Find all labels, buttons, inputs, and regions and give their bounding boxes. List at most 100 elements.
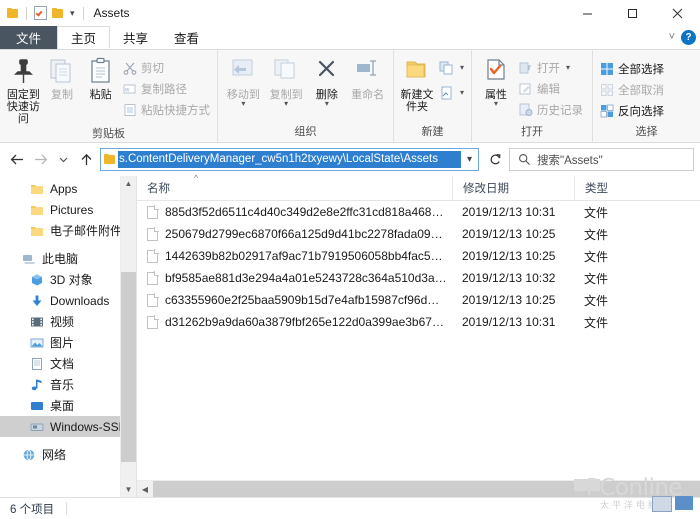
sidebar-item-9[interactable]: 音乐	[0, 374, 136, 395]
chevron-down-icon: ▾	[460, 63, 464, 72]
sidebar-item-label: 音乐	[50, 376, 74, 393]
column-header-date[interactable]: 修改日期	[452, 176, 574, 200]
up-button[interactable]	[75, 147, 98, 172]
file-name-label: d31262b9a9da60a3879fbf265e122d0a399ae3b6…	[165, 315, 444, 329]
horizontal-scrollbar[interactable]: ◀	[137, 480, 700, 497]
chevron-down-icon: ▾	[241, 101, 245, 107]
help-button[interactable]: ?	[681, 30, 696, 45]
sidebar-item-5[interactable]: Downloads	[0, 290, 136, 311]
tab-file[interactable]: 文件	[0, 26, 57, 49]
copy-to-icon	[273, 57, 299, 87]
invert-selection-button[interactable]: 反向选择	[597, 101, 667, 120]
address-input[interactable]: s.ContentDeliveryManager_cw5n1h2txyewy\L…	[100, 148, 479, 171]
back-button[interactable]	[6, 147, 29, 172]
search-box[interactable]: 搜索"Assets"	[509, 148, 694, 171]
quick-access-dropdown-icon[interactable]: ▾	[69, 9, 76, 18]
edit-button: 编辑	[516, 79, 586, 98]
table-row[interactable]: bf9585ae881d3e294a4a01e5243728c364a510d3…	[137, 267, 700, 289]
column-header-type[interactable]: 类型	[574, 176, 664, 200]
properties-icon[interactable]	[34, 6, 47, 20]
ribbon: 固定到快速访问 复制 粘贴	[0, 50, 700, 143]
cut-button: 剪切	[120, 58, 213, 77]
this-pc-icon	[22, 252, 36, 266]
sidebar-item-10[interactable]: 桌面	[0, 395, 136, 416]
column-header-name[interactable]: ^ 名称	[137, 176, 452, 200]
sidebar-item-label: 电子邮件附件	[50, 222, 122, 239]
file-name-cell: 250679d2799ec6870f66a125d9d41bc2278fada0…	[137, 227, 452, 241]
scroll-down-icon[interactable]: ▼	[121, 482, 136, 497]
copy-path-icon: w	[123, 82, 137, 96]
back-arrow-icon	[10, 153, 25, 166]
sidebar-item-8[interactable]: 文档	[0, 353, 136, 374]
sidebar-item-0[interactable]: Apps	[0, 178, 136, 199]
pictures-icon	[30, 336, 44, 350]
copy-path-label: 复制路径	[141, 81, 187, 97]
move-to-button: 移动到 ▾	[222, 53, 265, 107]
sidebar-item-1[interactable]: Pictures	[0, 199, 136, 220]
downloads-icon	[30, 294, 44, 308]
recent-locations-button[interactable]	[52, 147, 75, 172]
chevron-down-icon[interactable]: ▾	[461, 154, 478, 165]
quick-access-toolbar: ▾	[0, 6, 86, 20]
sidebar-item-6[interactable]: 视频	[0, 311, 136, 332]
file-name-label: bf9585ae881d3e294a4a01e5243728c364a510d3…	[165, 271, 447, 285]
cut-label: 剪切	[141, 60, 164, 76]
delete-button[interactable]: 删除 ▾	[307, 53, 346, 107]
select-all-icon	[600, 62, 614, 76]
tab-share[interactable]: 共享	[110, 26, 161, 49]
paste-button[interactable]: 粘贴	[81, 53, 120, 101]
sidebar-item-label: Pictures	[50, 203, 93, 217]
svg-text:w: w	[124, 87, 130, 93]
scrollbar-thumb[interactable]	[153, 481, 700, 497]
minimize-button[interactable]	[565, 0, 610, 26]
move-to-icon	[230, 57, 256, 87]
table-row[interactable]: 885d3f52d6511c4d40c349d2e8e2ffc31cd818a4…	[137, 201, 700, 223]
tab-home[interactable]: 主页	[57, 26, 110, 49]
new-item-button[interactable]: ▾	[436, 58, 467, 77]
tab-view[interactable]: 查看	[161, 26, 212, 49]
scrollbar-thumb[interactable]	[121, 272, 136, 462]
new-folder-icon[interactable]	[52, 8, 64, 19]
ribbon-group-new-label: 新建	[398, 123, 467, 142]
sidebar-item-11[interactable]: Windows-SSD (	[0, 416, 136, 437]
refresh-button[interactable]	[483, 148, 507, 171]
scroll-up-icon[interactable]: ▲	[121, 176, 136, 191]
chevron-up-icon[interactable]: ˅	[669, 32, 675, 43]
address-path-text[interactable]: s.ContentDeliveryManager_cw5n1h2txyewy\L…	[118, 151, 461, 168]
close-button[interactable]	[655, 0, 700, 26]
column-header-date-label: 修改日期	[463, 180, 509, 196]
sidebar-item-3[interactable]: 此电脑	[0, 248, 136, 269]
sidebar-item-4[interactable]: 3D 对象	[0, 269, 136, 290]
ribbon-group-new: 新建文件夹 ▾ ▾	[394, 50, 472, 142]
sidebar-item-2[interactable]: 电子邮件附件	[0, 220, 136, 241]
select-all-button[interactable]: 全部选择	[597, 59, 667, 78]
properties-button[interactable]: 属性 ▾	[476, 53, 516, 107]
ribbon-tabs: 文件 主页 共享 查看 ˅ ?	[0, 26, 700, 50]
table-row[interactable]: 250679d2799ec6870f66a125d9d41bc2278fada0…	[137, 223, 700, 245]
sidebar-item-7[interactable]: 图片	[0, 332, 136, 353]
file-name-label: c63355960e2f25baa5909b15d7e4afb15987cf96…	[165, 293, 439, 307]
new-folder-button[interactable]: 新建文件夹	[398, 53, 436, 113]
ribbon-group-open: 属性 ▾ 打开 ▾	[472, 50, 593, 142]
folder-icon	[7, 8, 19, 19]
file-date-cell: 2019/12/13 10:32	[452, 271, 574, 285]
table-row[interactable]: d31262b9a9da60a3879fbf265e122d0a399ae3b6…	[137, 311, 700, 333]
maximize-button[interactable]	[610, 0, 655, 26]
copy-path-button: w 复制路径	[120, 79, 213, 98]
table-row[interactable]: c63355960e2f25baa5909b15d7e4afb15987cf96…	[137, 289, 700, 311]
paste-icon	[88, 57, 114, 87]
new-item-icon	[439, 61, 454, 75]
forward-button[interactable]	[29, 147, 52, 172]
scroll-left-icon[interactable]: ◀	[137, 481, 153, 497]
history-label: 历史记录	[537, 102, 583, 118]
scrollbar-track[interactable]	[153, 481, 700, 497]
easy-access-button[interactable]: ▾	[436, 83, 467, 102]
rename-label: 重命名	[351, 89, 384, 101]
sidebar-item-12[interactable]: 网络	[0, 444, 136, 465]
divider	[26, 7, 27, 20]
navigation-scrollbar[interactable]: ▲ ▼	[120, 176, 136, 497]
open-button: 打开 ▾	[516, 58, 586, 77]
file-date-cell: 2019/12/13 10:25	[452, 293, 574, 307]
pin-to-quick-access-button[interactable]: 固定到快速访问	[4, 53, 43, 125]
table-row[interactable]: 1442639b82b02917af9ac71b7919506058bb4fac…	[137, 245, 700, 267]
